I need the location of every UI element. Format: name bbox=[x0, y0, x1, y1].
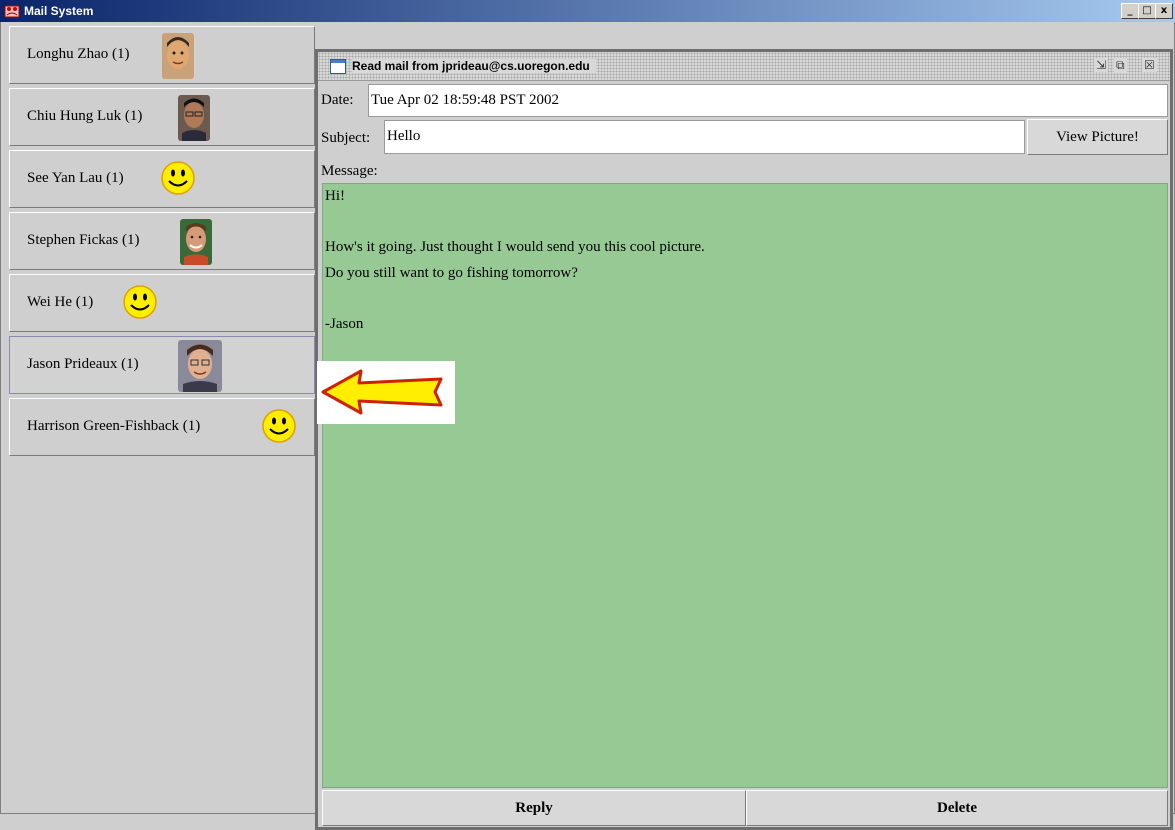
date-label: Date: bbox=[321, 92, 354, 108]
subject-label: Subject: bbox=[321, 130, 371, 146]
close-icon[interactable]: ☒ bbox=[1142, 58, 1157, 72]
contact-label: Chiu Hung Luk (1) bbox=[27, 108, 143, 124]
contact-stephen-fickas[interactable]: Stephen Fickas (1) bbox=[9, 212, 315, 270]
message-line bbox=[325, 213, 1165, 239]
photo-icon bbox=[178, 340, 222, 392]
contact-label: Stephen Fickas (1) bbox=[27, 232, 140, 248]
photo-icon bbox=[162, 33, 194, 79]
contact-label: Wei He (1) bbox=[27, 294, 94, 310]
read-mail-titlebar: Read mail from jprideau@cs.uoregon.edu ⇲… bbox=[318, 52, 1170, 81]
message-label: Message: bbox=[321, 163, 378, 179]
window-titlebar: Mail System _ □ x bbox=[0, 0, 1175, 22]
message-body[interactable]: Hi! How's it going. Just thought I would… bbox=[322, 183, 1168, 788]
contact-wei-he[interactable]: Wei He (1) bbox=[9, 274, 315, 332]
mail-app-icon bbox=[4, 5, 20, 18]
reply-button[interactable]: Reply bbox=[322, 790, 746, 826]
contact-label: Jason Prideaux (1) bbox=[27, 356, 139, 372]
message-line: How's it going. Just thought I would sen… bbox=[325, 239, 705, 255]
smiley-icon bbox=[161, 161, 195, 195]
message-line bbox=[325, 289, 1165, 315]
read-mail-title: Read mail from jprideau@cs.uoregon.edu bbox=[352, 59, 596, 73]
left-arrow-icon bbox=[321, 369, 443, 415]
smiley-icon bbox=[262, 409, 296, 443]
close-button[interactable]: x bbox=[1155, 3, 1173, 19]
maximize-icon[interactable]: ⧉ bbox=[1114, 58, 1127, 73]
subject-field[interactable]: Hello bbox=[384, 120, 1025, 154]
contact-jason-prideaux[interactable]: Jason Prideaux (1) bbox=[9, 336, 315, 394]
contact-harrison-green-fishback[interactable]: Harrison Green-Fishback (1) bbox=[9, 398, 315, 456]
photo-icon bbox=[178, 95, 210, 141]
message-line: Hi! bbox=[325, 188, 345, 204]
maximize-button[interactable]: □ bbox=[1138, 3, 1156, 19]
minimize-button[interactable]: _ bbox=[1121, 3, 1139, 19]
view-picture-button[interactable]: View Picture! bbox=[1027, 119, 1168, 155]
contact-label: Longhu Zhao (1) bbox=[27, 46, 130, 62]
contact-label: Harrison Green-Fishback (1) bbox=[27, 418, 201, 434]
delete-button[interactable]: Delete bbox=[746, 790, 1168, 826]
main-window: Longhu Zhao (1) Chiu Hung Luk (1) See Ya… bbox=[0, 22, 1175, 830]
contact-longhu-zhao[interactable]: Longhu Zhao (1) bbox=[9, 26, 315, 84]
window-title: Mail System bbox=[24, 4, 94, 18]
message-line: -Jason bbox=[325, 315, 364, 332]
contact-see-yan-lau[interactable]: See Yan Lau (1) bbox=[9, 150, 315, 208]
minimize-icon[interactable]: ⇲ bbox=[1094, 58, 1109, 72]
smiley-icon bbox=[123, 285, 157, 319]
photo-icon bbox=[180, 219, 212, 265]
contact-chiu-hung-luk[interactable]: Chiu Hung Luk (1) bbox=[9, 88, 315, 146]
read-mail-window: Read mail from jprideau@cs.uoregon.edu ⇲… bbox=[315, 49, 1173, 830]
pointer-arrow-annotation bbox=[317, 361, 455, 424]
message-line: Do you still want to go fishing tomorrow… bbox=[325, 264, 578, 281]
contact-label: See Yan Lau (1) bbox=[27, 170, 124, 186]
window-icon bbox=[330, 59, 346, 74]
date-field[interactable]: Tue Apr 02 18:59:48 PST 2002 bbox=[368, 84, 1168, 117]
